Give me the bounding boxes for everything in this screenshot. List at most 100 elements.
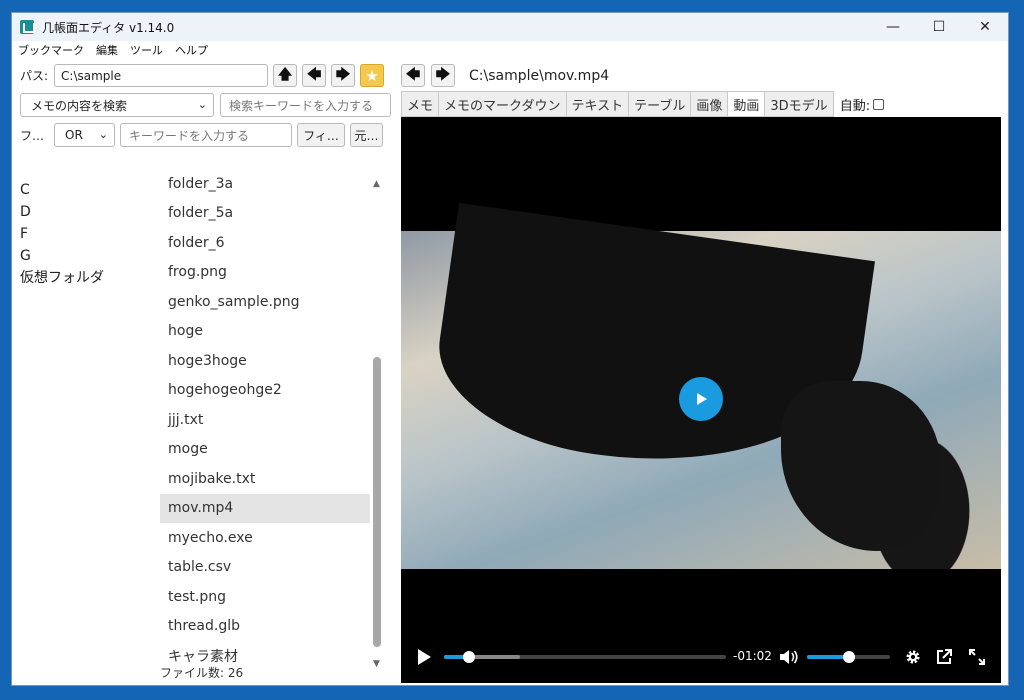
filter-label: フ… (20, 128, 45, 143)
back-button[interactable]: 🡄 (302, 64, 327, 87)
up-button[interactable]: 🡅 (273, 64, 298, 87)
file-list-item[interactable]: thread.glb (160, 612, 370, 642)
path-input[interactable]: C:\sample (54, 64, 269, 87)
window-title: 几帳面エディタ v1.14.0 (42, 20, 175, 35)
drive-item[interactable]: F (20, 223, 104, 245)
forward-button[interactable]: 🡆 (331, 64, 356, 87)
file-list-item[interactable]: jjj.txt (160, 405, 370, 435)
scroll-up-icon[interactable]: ▲ (373, 179, 380, 189)
search-row: メモの内容を検索 ⌄ 検索キーワードを入力する (20, 93, 391, 117)
drive-list: C D F G 仮想フォルダ (20, 179, 104, 289)
search-mode-value: メモの内容を検索 (31, 98, 128, 113)
volume-knob[interactable] (842, 651, 855, 663)
file-count: ファイル数: 26 (160, 666, 244, 680)
star-icon: ★ (365, 66, 379, 85)
tab-3d-model[interactable]: 3Dモデル (764, 91, 834, 117)
file-list-item[interactable]: folder_6 (160, 228, 370, 258)
fullscreen-icon (969, 649, 985, 665)
arrow-right-icon: 🡆 (435, 66, 451, 83)
file-list-scrollbar[interactable]: ▲ ▼ (372, 179, 384, 669)
file-list-item[interactable]: test.png (160, 582, 370, 612)
drive-item[interactable]: C (20, 179, 104, 201)
time-remaining: -01:02 (733, 649, 772, 663)
virtual-folder-item[interactable]: 仮想フォルダ (20, 267, 104, 289)
arrow-left-icon: 🡄 (306, 66, 322, 83)
file-list-item[interactable]: mov.mp4 (160, 493, 370, 523)
play-overlay-button[interactable] (679, 377, 723, 421)
settings-button[interactable] (905, 649, 921, 665)
seek-bar[interactable] (444, 651, 726, 663)
video-player[interactable]: -01:02 (401, 117, 1001, 683)
arrow-up-icon: 🡅 (277, 66, 293, 83)
menu-edit[interactable]: 編集 (96, 42, 118, 58)
view-tabs: メモ メモのマークダウン テキスト テーブル 画像 動画 3Dモデル 自動: (401, 91, 885, 117)
seek-knob[interactable] (463, 651, 476, 663)
gear-icon (906, 650, 920, 664)
current-file-path: C:\sample\mov.mp4 (469, 67, 610, 84)
preview-forward-button[interactable]: 🡆 (431, 64, 455, 87)
file-list-item[interactable]: hoge (160, 317, 370, 347)
file-list-item[interactable]: moge (160, 435, 370, 465)
keyword-input[interactable]: キーワードを入力する (120, 123, 292, 147)
external-link-icon (937, 649, 952, 664)
volume-button[interactable] (779, 649, 799, 665)
play-button[interactable] (416, 648, 432, 666)
file-list: folder_3a folder_5a folder_6 frog.png genko_… (160, 169, 370, 671)
play-icon (418, 649, 431, 665)
filter-op-value: OR (65, 128, 83, 142)
tab-memo-markdown[interactable]: メモのマークダウン (438, 91, 566, 117)
close-button[interactable]: ✕ (962, 13, 1008, 41)
chevron-down-icon: ⌄ (98, 128, 108, 141)
menu-tools[interactable]: ツール (130, 42, 163, 58)
tab-video[interactable]: 動画 (727, 91, 765, 117)
tab-memo[interactable]: メモ (401, 91, 439, 117)
search-input[interactable]: 検索キーワードを入力する (220, 93, 391, 117)
maximize-button[interactable]: ☐ (916, 13, 962, 41)
menu-bar: ブックマーク 編集 ツール ヘルプ (12, 41, 1008, 59)
scroll-down-icon[interactable]: ▼ (373, 659, 380, 669)
menu-help[interactable]: ヘルプ (175, 42, 208, 58)
filter-op-select[interactable]: OR ⌄ (54, 123, 115, 147)
drive-item[interactable]: G (20, 245, 104, 267)
volume-slider[interactable] (807, 651, 890, 663)
auto-label-text: 自動: (839, 98, 871, 114)
file-list-item[interactable]: genko_sample.png (160, 287, 370, 317)
auto-label: 自動: (839, 95, 885, 114)
app-window: 几帳面エディタ v1.14.0 — ☐ ✕ ブックマーク 編集 ツール ヘルプ … (11, 12, 1009, 686)
popout-button[interactable] (936, 649, 952, 665)
play-icon (697, 393, 707, 405)
file-list-item[interactable]: hoge3hoge (160, 346, 370, 376)
restore-button[interactable]: 元… (350, 123, 383, 147)
auto-checkbox[interactable] (873, 98, 885, 110)
path-label: パス: (20, 69, 49, 83)
tab-image[interactable]: 画像 (690, 91, 728, 117)
file-list-item[interactable]: myecho.exe (160, 523, 370, 553)
tab-table[interactable]: テーブル (628, 91, 691, 117)
path-row: パス: C:\sample 🡅 🡄 🡆 ★ (20, 64, 385, 87)
file-list-item[interactable]: hogehogeohge2 (160, 376, 370, 406)
preview-back-button[interactable]: 🡄 (401, 64, 425, 87)
app-icon (20, 20, 35, 34)
file-list-item[interactable]: folder_3a (160, 169, 370, 199)
minimize-button[interactable]: — (870, 13, 916, 41)
file-list-item[interactable]: folder_5a (160, 199, 370, 229)
fullscreen-button[interactable] (969, 649, 985, 665)
tab-text[interactable]: テキスト (565, 91, 629, 117)
file-list-item[interactable]: mojibake.txt (160, 464, 370, 494)
file-browser-pane: パス: C:\sample 🡅 🡄 🡆 ★ メモの内容を検索 ⌄ 検索キーワード… (12, 59, 397, 685)
drive-item[interactable]: D (20, 201, 104, 223)
volume-icon (780, 650, 798, 664)
arrow-left-icon: 🡄 (405, 66, 421, 83)
file-list-item[interactable]: table.csv (160, 553, 370, 583)
video-controls: -01:02 (401, 641, 1001, 673)
scroll-thumb[interactable] (373, 357, 381, 647)
file-list-item[interactable]: frog.png (160, 258, 370, 288)
preview-nav: 🡄 🡆 C:\sample\mov.mp4 (401, 64, 609, 87)
menu-bookmark[interactable]: ブックマーク (18, 42, 84, 58)
search-mode-select[interactable]: メモの内容を検索 ⌄ (20, 93, 214, 117)
chevron-down-icon: ⌄ (197, 98, 207, 111)
preview-pane: 🡄 🡆 C:\sample\mov.mp4 メモ メモのマークダウン テキスト … (401, 59, 1008, 685)
arrow-right-icon: 🡆 (335, 66, 351, 83)
bookmark-button[interactable]: ★ (360, 64, 385, 87)
filter-button[interactable]: フィ… (297, 123, 345, 147)
